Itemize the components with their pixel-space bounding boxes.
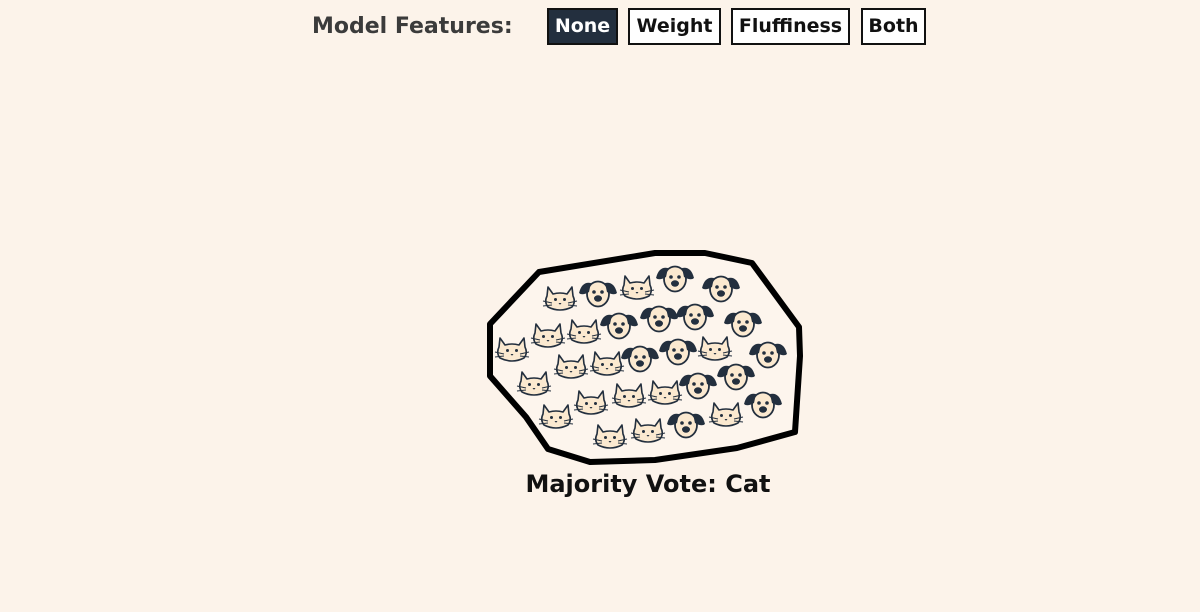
population-diagram bbox=[487, 250, 803, 465]
majority-vote-label: Majority Vote: Cat bbox=[525, 470, 771, 498]
